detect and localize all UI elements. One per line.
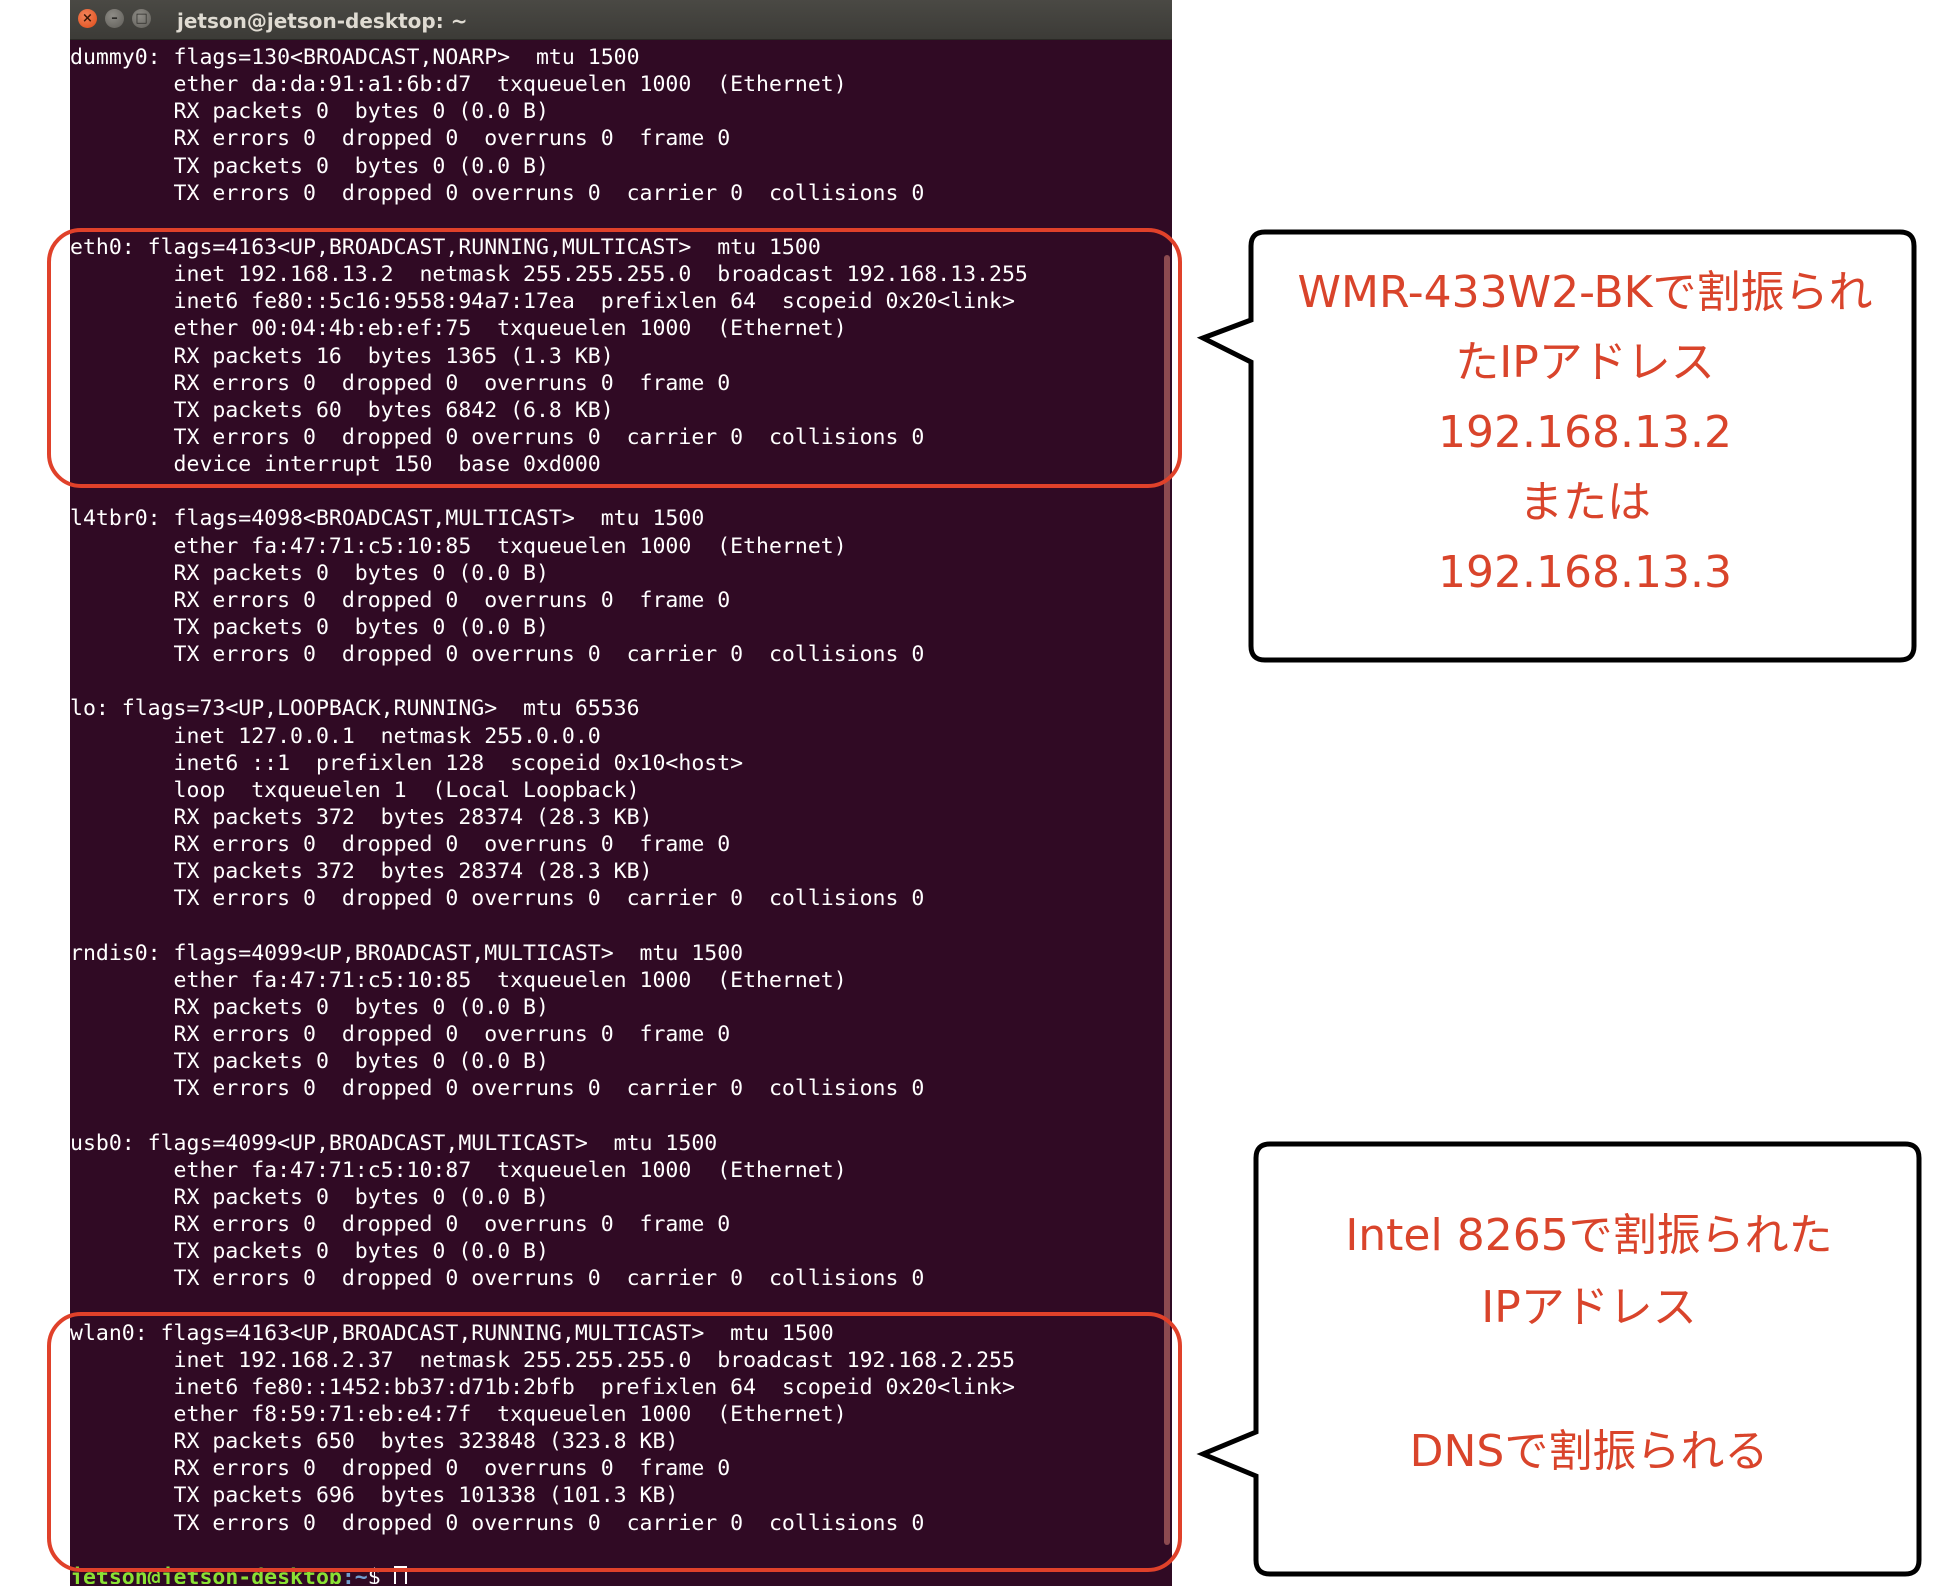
eth0-callout-text: WMR-433W2-BKで割振られ たIPアドレス 192.168.13.2 ま…: [1258, 258, 1912, 608]
eth0-callout-line: または: [1519, 477, 1651, 528]
eth0-callout-line: 192.168.13.3: [1438, 547, 1732, 598]
eth0-callout-line: WMR-433W2-BKで割振られ: [1297, 267, 1873, 318]
wlan0-callout-line: IPアドレス: [1481, 1282, 1697, 1333]
eth0-callout-line: 192.168.13.2: [1438, 407, 1732, 458]
wlan0-callout-line: [1262, 1344, 1916, 1416]
wlan0-callout-line: Intel 8265で割振られた: [1345, 1210, 1833, 1261]
wlan0-callout-text: Intel 8265で割振られた IPアドレス DNSで割振られる: [1262, 1200, 1916, 1488]
eth0-callout-line: たIPアドレス: [1455, 337, 1715, 388]
wlan0-callout-line: DNSで割振られる: [1409, 1426, 1769, 1477]
